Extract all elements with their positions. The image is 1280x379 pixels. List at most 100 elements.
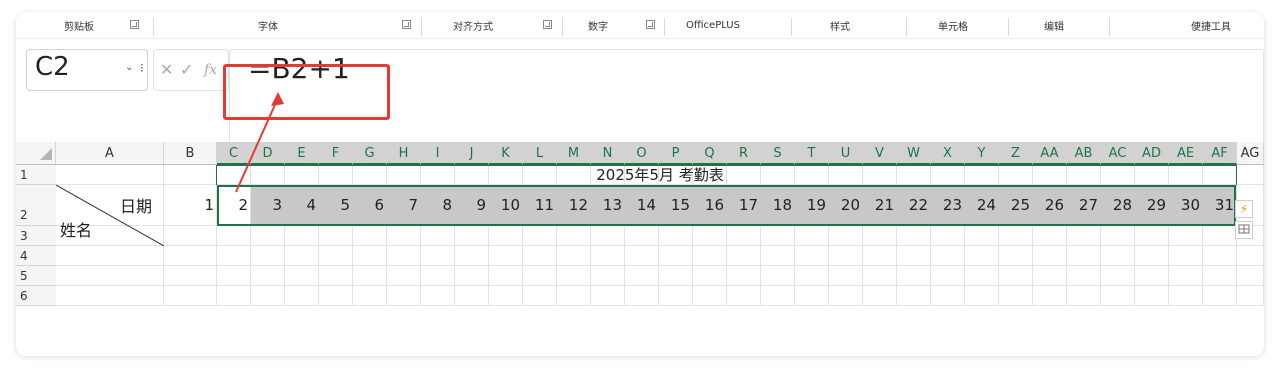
cell[interactable]	[693, 226, 727, 246]
cell[interactable]	[421, 226, 455, 246]
column-header-ac[interactable]: AC	[1101, 142, 1135, 165]
cell[interactable]	[164, 246, 217, 266]
cell[interactable]	[863, 226, 897, 246]
cell[interactable]	[829, 226, 863, 246]
cell[interactable]	[285, 246, 319, 266]
cell[interactable]	[829, 266, 863, 286]
cell[interactable]	[897, 286, 931, 306]
cell[interactable]	[965, 246, 999, 266]
row-header-5[interactable]: 5	[16, 266, 56, 286]
clipboard-launcher-icon[interactable]	[130, 20, 139, 29]
cell[interactable]	[795, 286, 829, 306]
cell[interactable]	[1237, 246, 1264, 266]
font-launcher-icon[interactable]	[402, 20, 411, 29]
cell[interactable]	[693, 286, 727, 306]
cell[interactable]	[319, 266, 353, 286]
cell[interactable]	[1101, 286, 1135, 306]
ribbon-group-tools[interactable]: 便捷工具	[1191, 18, 1231, 33]
column-header-j[interactable]: J	[455, 142, 489, 165]
ribbon-group-clipboard[interactable]: 剪贴板	[64, 18, 94, 33]
cell[interactable]	[1067, 286, 1101, 306]
cell[interactable]	[693, 266, 727, 286]
row-header-4[interactable]: 4	[16, 246, 56, 266]
column-header-af[interactable]: AF	[1203, 142, 1237, 165]
cell[interactable]	[285, 226, 319, 246]
column-header-m[interactable]: M	[557, 142, 591, 165]
cell[interactable]	[1135, 286, 1169, 306]
cell[interactable]	[557, 226, 591, 246]
cell[interactable]	[489, 286, 523, 306]
cell[interactable]	[56, 266, 164, 286]
name-box[interactable]: C2 ⌄	[26, 49, 148, 91]
ribbon-group-styles[interactable]: 样式	[830, 18, 850, 33]
cell[interactable]	[557, 246, 591, 266]
cell[interactable]	[829, 286, 863, 306]
cell[interactable]	[659, 286, 693, 306]
cell[interactable]	[523, 246, 557, 266]
column-header-z[interactable]: Z	[999, 142, 1033, 165]
spreadsheet-grid[interactable]: A B C D E F G H I J K L M N O P Q R S T U V W X Y Z AA AB AC AD AE AF AG…	[16, 92, 1264, 356]
quick-analysis-icon[interactable]	[1235, 221, 1253, 239]
cell[interactable]	[1067, 266, 1101, 286]
cell[interactable]	[965, 226, 999, 246]
row-header-3[interactable]: 3	[16, 226, 56, 246]
cell[interactable]	[56, 286, 164, 306]
column-header-ad[interactable]: AD	[1135, 142, 1169, 165]
column-header-w[interactable]: W	[897, 142, 931, 165]
cell[interactable]	[591, 286, 625, 306]
column-header-h[interactable]: H	[387, 142, 421, 165]
ribbon-group-number[interactable]: 数字	[588, 18, 608, 33]
cell[interactable]	[761, 266, 795, 286]
cell[interactable]	[727, 266, 761, 286]
cell[interactable]	[455, 286, 489, 306]
cell[interactable]	[285, 286, 319, 306]
ribbon-group-officeplus[interactable]: OfficePLUS	[686, 18, 740, 32]
column-header-p[interactable]: P	[659, 142, 693, 165]
column-header-ab[interactable]: AB	[1067, 142, 1101, 165]
day-cell-1[interactable]: 1	[164, 185, 217, 216]
cell[interactable]	[1135, 266, 1169, 286]
cell[interactable]	[489, 246, 523, 266]
cell[interactable]	[931, 246, 965, 266]
cell[interactable]	[455, 266, 489, 286]
cell[interactable]	[1169, 286, 1203, 306]
cell[interactable]	[387, 226, 421, 246]
cell[interactable]	[455, 226, 489, 246]
cell[interactable]	[557, 266, 591, 286]
column-header-a[interactable]: A	[56, 142, 164, 165]
cell[interactable]	[1135, 246, 1169, 266]
cell[interactable]	[387, 266, 421, 286]
cell[interactable]	[164, 226, 217, 246]
cell[interactable]	[795, 266, 829, 286]
ribbon-group-editing[interactable]: 编辑	[1044, 18, 1064, 33]
row-header-6[interactable]: 6	[16, 286, 56, 306]
cell[interactable]	[1033, 246, 1067, 266]
cell[interactable]	[591, 266, 625, 286]
column-header-r[interactable]: R	[727, 142, 761, 165]
cell[interactable]	[659, 246, 693, 266]
cell[interactable]	[1203, 246, 1237, 266]
chevron-down-icon[interactable]: ⌄	[125, 62, 133, 73]
cell[interactable]	[625, 286, 659, 306]
cell[interactable]	[795, 226, 829, 246]
column-header-i[interactable]: I	[421, 142, 455, 165]
column-header-aa[interactable]: AA	[1033, 142, 1067, 165]
cell[interactable]	[591, 226, 625, 246]
cell[interactable]	[217, 286, 251, 306]
cell[interactable]	[1169, 246, 1203, 266]
column-header-k[interactable]: K	[489, 142, 523, 165]
cell[interactable]	[1237, 266, 1264, 286]
cell[interactable]	[965, 266, 999, 286]
cell[interactable]	[1203, 266, 1237, 286]
cell[interactable]	[931, 226, 965, 246]
cell[interactable]	[999, 286, 1033, 306]
cell[interactable]	[164, 266, 217, 286]
cell[interactable]	[1203, 286, 1237, 306]
cell[interactable]	[1169, 226, 1203, 246]
cell[interactable]	[727, 286, 761, 306]
cell[interactable]	[1033, 286, 1067, 306]
cell[interactable]	[285, 266, 319, 286]
cell[interactable]	[56, 246, 164, 266]
cell[interactable]	[897, 266, 931, 286]
cell[interactable]	[557, 286, 591, 306]
